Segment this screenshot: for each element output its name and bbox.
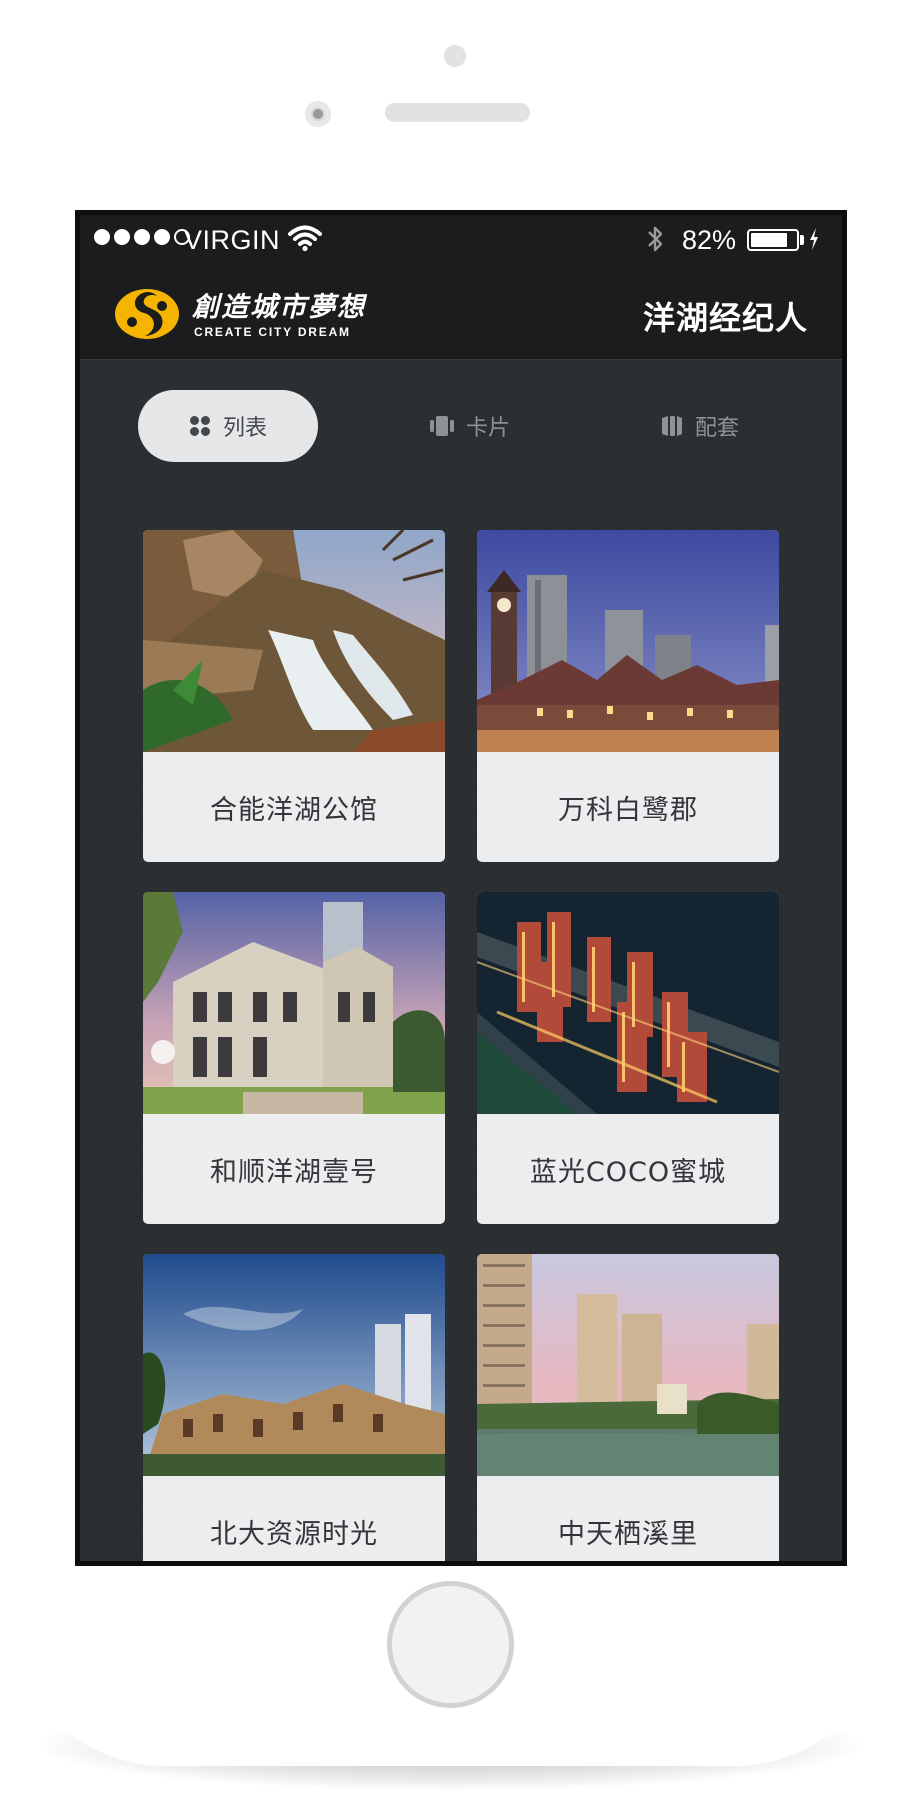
- clock-tower-townhouses-photo: [477, 530, 779, 752]
- project-name: 蓝光COCO蜜城: [529, 1156, 727, 1188]
- battery-icon: [747, 229, 799, 251]
- page-title: 洋湖经纪人: [642, 299, 808, 337]
- battery-level-fill: [751, 233, 787, 247]
- grid-icon: [189, 415, 211, 437]
- tab-list[interactable]: 列表: [138, 390, 318, 462]
- view-tabs: 列表 卡片 配套: [80, 390, 842, 462]
- tab-facilities-label: 配套: [694, 416, 739, 441]
- app-header: 創造城市夢想 CREATE CITY DREAM 洋湖经纪人: [80, 267, 842, 360]
- villa-exterior-photo: [143, 892, 445, 1114]
- night-aerial-towers-photo: [477, 892, 779, 1114]
- tab-card-label: 卡片: [465, 416, 510, 441]
- bluetooth-icon: [646, 223, 664, 262]
- tab-facilities[interactable]: 配套: [610, 390, 790, 462]
- waterfall-rock-garden-photo: [143, 530, 445, 752]
- signal-strength-icon: [94, 229, 190, 245]
- proximity-sensor: [444, 45, 466, 67]
- project-card[interactable]: 合能洋湖公馆: [143, 530, 445, 862]
- tab-card[interactable]: 卡片: [380, 390, 560, 462]
- front-camera: [305, 101, 331, 127]
- logo-slogan-en: CREATE CITY DREAM: [194, 325, 351, 339]
- columns-icon: [661, 415, 683, 437]
- phone-screen: VIRGIN 82% 創造城市夢想 CREATE CITY DREAM 洋湖经纪…: [75, 210, 847, 1566]
- project-card[interactable]: 和顺洋湖壹号: [143, 892, 445, 1224]
- project-name: 北大资源时光: [210, 1518, 378, 1550]
- project-card[interactable]: 北大资源时光: [143, 1254, 445, 1561]
- project-card[interactable]: 万科白鹭郡: [477, 530, 779, 862]
- project-name: 万科白鹭郡: [558, 794, 698, 826]
- project-name: 和顺洋湖壹号: [210, 1156, 378, 1188]
- battery-percentage: 82%: [682, 225, 737, 255]
- tab-list-label: 列表: [222, 416, 267, 441]
- status-bar: VIRGIN 82%: [80, 215, 842, 267]
- wifi-icon: [288, 224, 322, 259]
- battery-nub: [800, 235, 804, 245]
- project-card[interactable]: 蓝光COCO蜜城: [477, 892, 779, 1224]
- townhouses-blue-sky-photo: [143, 1254, 445, 1476]
- charging-bolt-icon: [808, 225, 820, 260]
- earpiece-speaker: [385, 103, 530, 122]
- project-name: 合能洋湖公馆: [210, 794, 378, 826]
- carrier-name: VIRGIN: [184, 225, 281, 255]
- project-name: 中天栖溪里: [558, 1518, 698, 1550]
- cards-icon: [429, 415, 454, 437]
- logo-icon: [114, 288, 180, 340]
- logo-slogan-cn: 創造城市夢想: [192, 292, 366, 323]
- project-card[interactable]: 中天栖溪里: [477, 1254, 779, 1561]
- lakeside-towers-photo: [477, 1254, 779, 1476]
- home-button[interactable]: [387, 1581, 514, 1708]
